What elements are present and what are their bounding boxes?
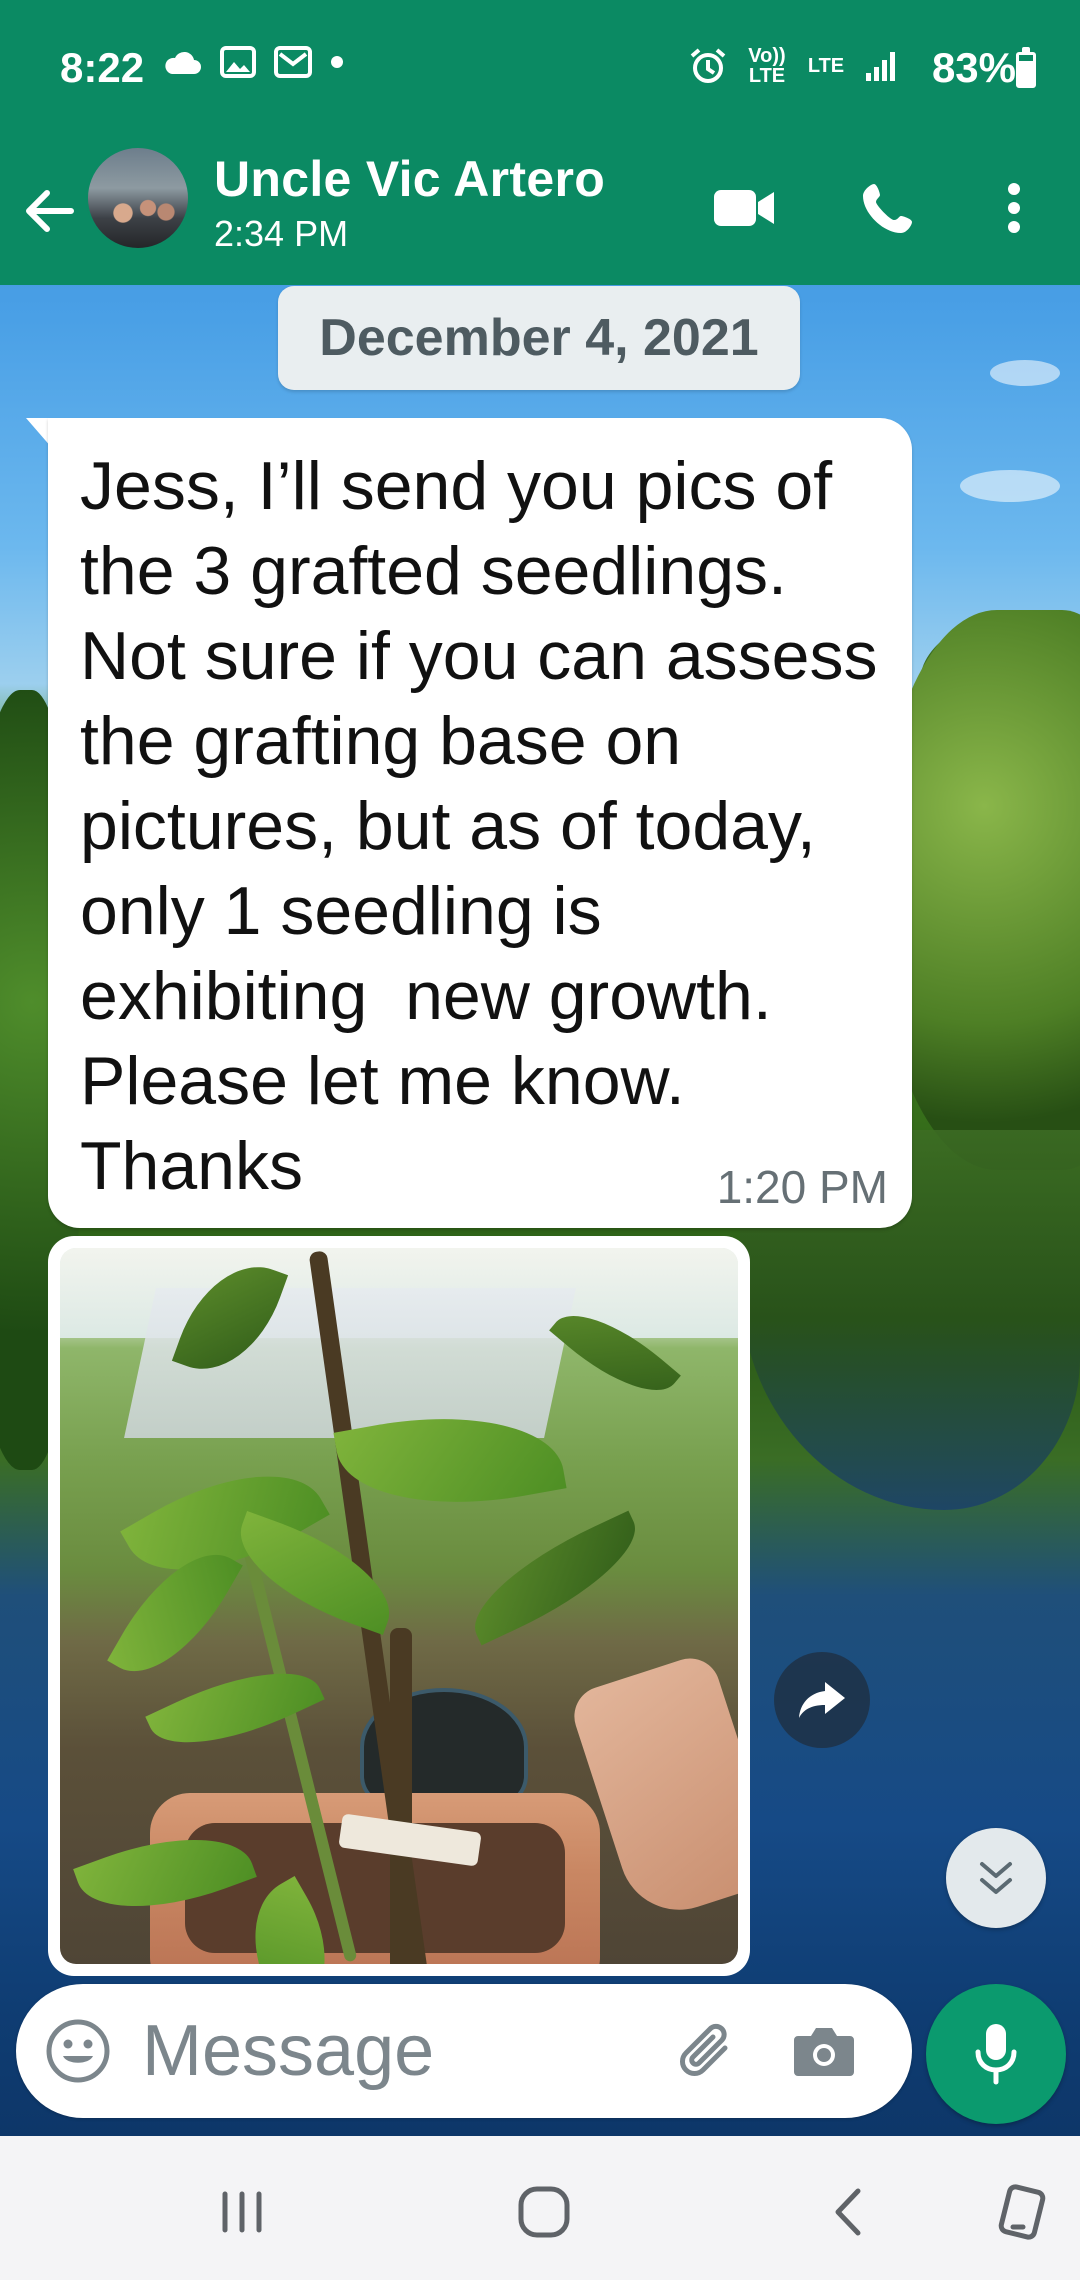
emoji-icon (46, 2019, 110, 2083)
system-navigation-bar (0, 2136, 1080, 2280)
mic-icon (975, 2024, 1017, 2085)
message-timestamp: 1:20 PM (716, 1161, 888, 1213)
back-nav-button[interactable] (808, 2172, 888, 2252)
rotate-icon (998, 2184, 1046, 2240)
message-composer (16, 1984, 912, 2118)
contact-name[interactable]: Uncle Vic Artero (214, 150, 605, 208)
back-icon (835, 2188, 861, 2236)
rotate-screen-button[interactable] (982, 2172, 1062, 2252)
camera-button[interactable] (784, 2011, 864, 2091)
recent-apps-button[interactable] (202, 2172, 282, 2252)
home-icon (518, 2186, 570, 2238)
more-options-button[interactable] (974, 168, 1054, 248)
date-separator: December 4, 2021 (278, 286, 800, 390)
mail-icon (274, 46, 312, 78)
recent-apps-icon (222, 2191, 262, 2233)
status-time: 8:22 (60, 44, 145, 91)
alarm-icon (690, 48, 726, 83)
contact-avatar[interactable] (86, 146, 190, 250)
volte-icon: Vo)) LTE (748, 45, 786, 87)
seedling-photo[interactable] (60, 1248, 738, 1964)
image-icon (220, 46, 256, 78)
attach-icon (680, 2023, 728, 2076)
camera-icon (794, 2028, 854, 2076)
back-arrow-icon (26, 190, 74, 232)
voice-message-button[interactable] (926, 1984, 1066, 2124)
incoming-message[interactable]: Jess, I’ll send you pics of the 3 grafte… (48, 418, 912, 1228)
battery-percentage: 83% (931, 44, 1016, 91)
message-input[interactable] (142, 2004, 662, 2098)
voice-call-button[interactable] (848, 168, 928, 248)
attach-button[interactable] (668, 2011, 748, 2091)
forward-button[interactable] (774, 1652, 870, 1748)
more-options-icon (1008, 183, 1020, 233)
dot-icon (331, 56, 343, 68)
incoming-photo-message[interactable] (48, 1236, 750, 1976)
cloud-icon (165, 51, 201, 74)
lte-icon: LTE (807, 55, 845, 77)
home-button[interactable] (504, 2172, 584, 2252)
status-bar: 8:22 Vo)) LTE LTE 83% (0, 0, 1080, 140)
signal-icon (866, 52, 895, 81)
forward-icon (799, 1682, 845, 1718)
chat-header: Uncle Vic Artero 2:34 PM (0, 140, 1080, 285)
video-call-button[interactable] (704, 168, 784, 248)
battery-icon (1016, 47, 1036, 88)
last-seen-time: 2:34 PM (214, 213, 349, 254)
double-chevron-down-icon (980, 1862, 1012, 1894)
message-text: Jess, I’ll send you pics of the 3 grafte… (80, 448, 897, 1204)
video-call-icon (714, 190, 774, 226)
emoji-button[interactable] (38, 2011, 118, 2091)
back-button[interactable] (14, 176, 84, 246)
phone-icon (863, 184, 912, 233)
scroll-to-bottom-button[interactable] (946, 1828, 1046, 1928)
